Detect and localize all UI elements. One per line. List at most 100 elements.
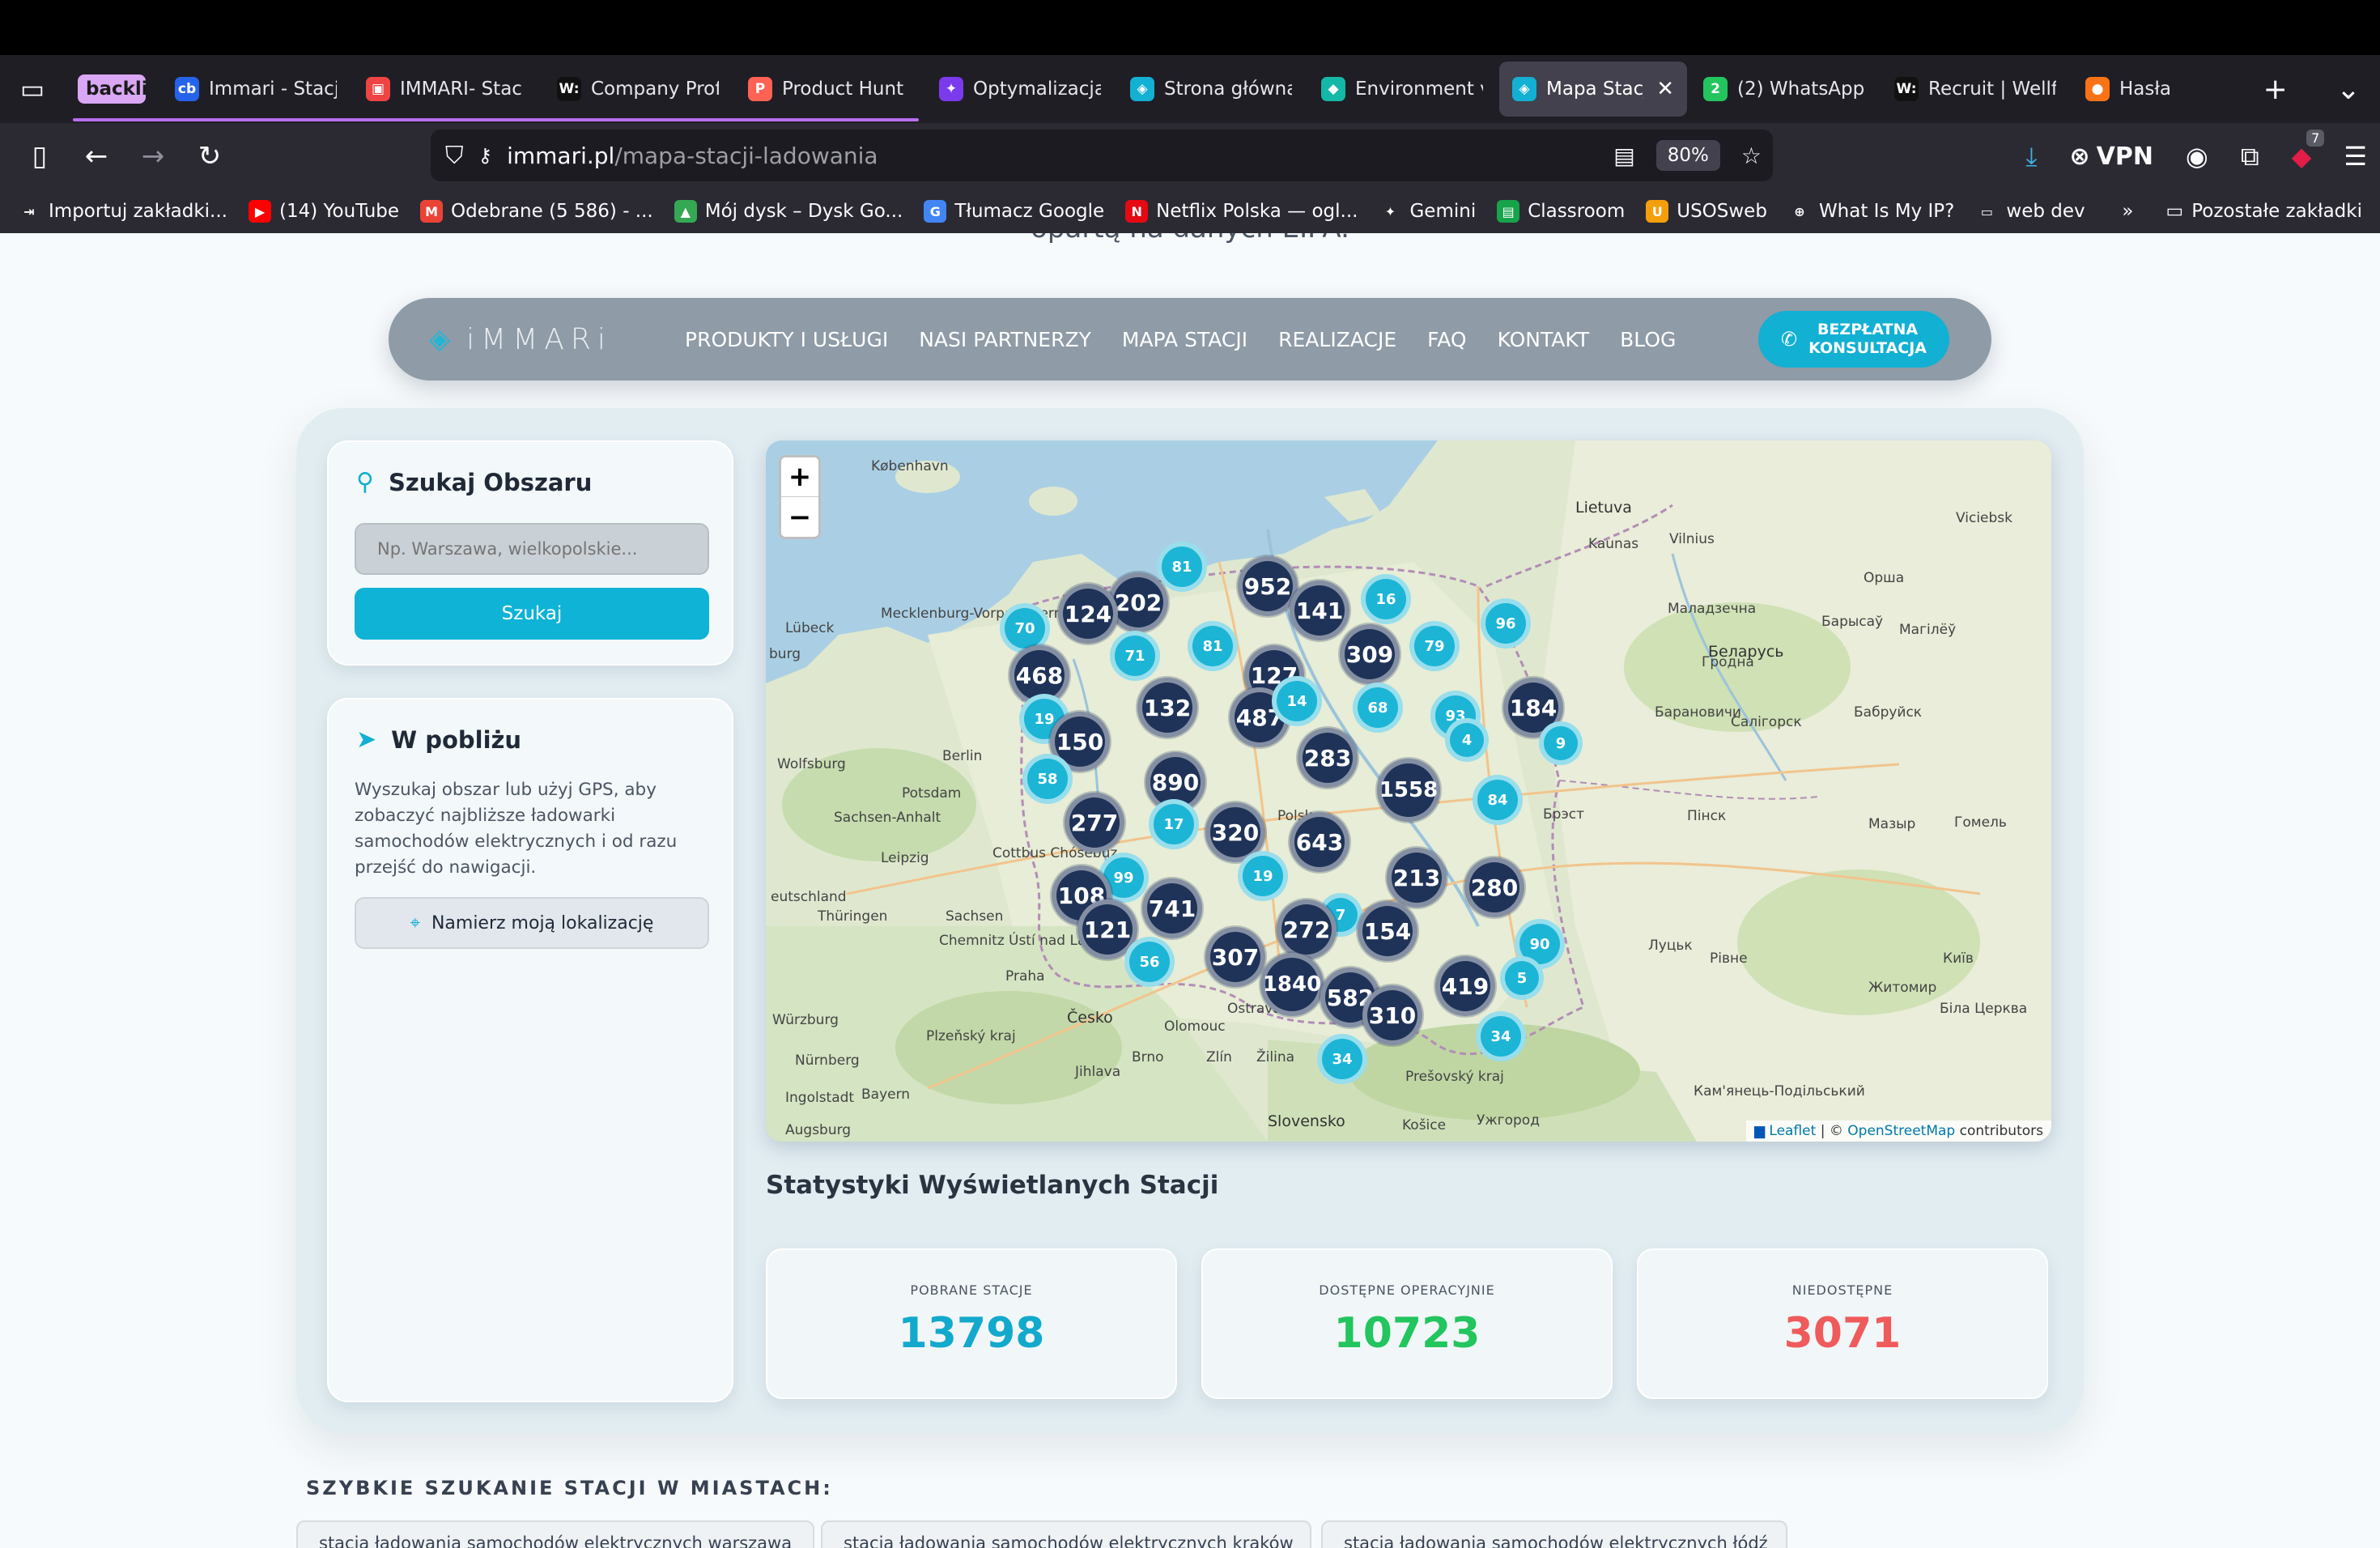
openstreetmap-link[interactable]: OpenStreetMap xyxy=(1847,1123,1955,1139)
downloads-icon[interactable]: ⤓ xyxy=(2025,141,2037,172)
station-cluster-marker[interactable]: 79 xyxy=(1409,621,1460,671)
station-cluster-marker[interactable]: 310 xyxy=(1362,985,1422,1045)
bookmark-star-icon[interactable]: ☆ xyxy=(1741,142,1762,169)
zoom-out-button[interactable]: − xyxy=(781,497,818,537)
close-tab-icon[interactable]: ✕ xyxy=(1656,77,1674,101)
menu-icon[interactable]: ☰ xyxy=(2344,141,2367,172)
station-cluster-marker[interactable]: 307 xyxy=(1205,927,1265,987)
station-cluster-marker[interactable]: 124 xyxy=(1058,584,1118,644)
locate-me-button[interactable]: ⌖ Namierz moją lokalizację xyxy=(355,897,709,949)
station-cluster-marker[interactable]: 952 xyxy=(1238,556,1298,616)
menu-item[interactable]: MAPA STACJI xyxy=(1122,328,1247,351)
bookmark-item[interactable]: U USOSweb xyxy=(1646,200,1767,223)
menu-item[interactable]: PRODUKTY I USŁUGI xyxy=(685,328,888,351)
browser-tab[interactable]: ▣ IMMARI- Stac xyxy=(353,62,541,117)
station-cluster-marker[interactable]: 81 xyxy=(1157,542,1207,592)
station-cluster-marker[interactable]: 84 xyxy=(1473,775,1523,825)
zoom-in-button[interactable]: + xyxy=(781,457,818,497)
bookmark-item[interactable]: ⇥ Importuj zakładki... xyxy=(18,200,227,223)
browser-tab[interactable]: ◈ Strona główna xyxy=(1117,62,1305,117)
station-cluster-marker[interactable]: 81 xyxy=(1188,621,1238,671)
station-cluster-marker[interactable]: 1558 xyxy=(1377,759,1440,822)
back-icon[interactable]: ← xyxy=(68,132,125,181)
station-cluster-marker[interactable]: 202 xyxy=(1108,572,1168,632)
station-cluster-marker[interactable]: 16 xyxy=(1361,574,1411,624)
address-bar[interactable]: ⛉ ⚷ immari.pl/mapa-stacji-ladowania ▤ 80… xyxy=(431,130,1773,181)
browser-tab[interactable]: W: Recruit | Wellf xyxy=(1881,62,2069,117)
reload-icon[interactable]: ↻ xyxy=(181,132,238,181)
browser-tab[interactable]: W: Company Prof xyxy=(544,62,732,117)
city-search-pill[interactable]: stacja ładowania samochodów elektrycznyc… xyxy=(1321,1520,1787,1548)
station-cluster-marker[interactable]: 34 xyxy=(1476,1011,1526,1061)
station-cluster-marker[interactable]: 68 xyxy=(1353,683,1403,733)
browser-tab[interactable]: ◈ Mapa Stacj ✕ xyxy=(1499,62,1687,117)
station-cluster-marker[interactable]: 277 xyxy=(1065,793,1124,853)
station-cluster-marker[interactable]: 419 xyxy=(1435,956,1495,1016)
station-cluster-marker[interactable]: 56 xyxy=(1124,937,1175,987)
station-cluster-marker[interactable]: 96 xyxy=(1481,598,1531,649)
station-cluster-marker[interactable]: 9 xyxy=(1539,721,1583,765)
menu-item[interactable]: KONTAKT xyxy=(1498,328,1590,351)
stations-map[interactable]: København Lietuva Vilnius Kaunas Viciebsk Lüb… xyxy=(766,440,2051,1142)
zoom-level[interactable]: 80% xyxy=(1655,140,1720,171)
free-consultation-button[interactable]: ✆ BEZPŁATNA KONSULTACJA xyxy=(1758,311,1949,368)
browser-tab[interactable]: backlinki xyxy=(65,62,159,117)
url-text[interactable]: immari.pl/mapa-stacji-ladowania xyxy=(507,142,878,169)
station-cluster-marker[interactable]: 643 xyxy=(1290,812,1349,872)
station-cluster-marker[interactable]: 1840 xyxy=(1260,953,1324,1016)
ublock-icon[interactable]: ◆ 7 xyxy=(2292,130,2325,172)
station-cluster-marker[interactable]: 154 xyxy=(1358,901,1417,961)
station-cluster-marker[interactable]: 741 xyxy=(1142,878,1202,938)
area-search-input[interactable] xyxy=(355,523,709,575)
station-cluster-marker[interactable]: 309 xyxy=(1340,624,1400,684)
tab-manager-icon[interactable]: ▭ xyxy=(0,55,65,123)
browser-tab[interactable]: ◆ Environment v xyxy=(1308,62,1496,117)
station-cluster-marker[interactable]: 19 xyxy=(1238,851,1288,901)
bookmark-item[interactable]: N Netflix Polska — ogl... xyxy=(1125,200,1358,223)
menu-item[interactable]: BLOG xyxy=(1620,328,1676,351)
bookmark-item[interactable]: M Odebrane (5 586) - ... xyxy=(420,200,653,223)
station-cluster-marker[interactable]: 141 xyxy=(1290,580,1349,640)
city-search-pill[interactable]: stacja ładowania samochodów elektrycznyc… xyxy=(296,1520,814,1548)
reader-view-icon[interactable]: ▤ xyxy=(1613,142,1634,169)
extension-icon[interactable]: ◉ xyxy=(2186,141,2208,172)
menu-item[interactable]: NASI PARTNERZY xyxy=(919,328,1091,351)
station-cluster-marker[interactable]: 280 xyxy=(1464,857,1524,917)
city-search-pill[interactable]: stacja ładowania samochodów elektrycznyc… xyxy=(821,1520,1311,1548)
station-cluster-marker[interactable]: 34 xyxy=(1317,1034,1367,1084)
vpn-button[interactable]: ⊗ VPN xyxy=(2069,142,2153,171)
bookmark-item[interactable]: G Tłumacz Google xyxy=(924,200,1104,223)
site-permissions-icon[interactable]: ⚷ xyxy=(478,144,493,167)
browser-tab[interactable]: P Product Hunt xyxy=(735,62,923,117)
browser-tab[interactable]: ● Hasła xyxy=(2072,62,2210,117)
station-cluster-marker[interactable]: 5 xyxy=(1500,956,1544,1000)
station-cluster-marker[interactable]: 272 xyxy=(1277,899,1337,959)
menu-item[interactable]: REALIZACJE xyxy=(1278,328,1396,351)
menu-item[interactable]: FAQ xyxy=(1427,328,1466,351)
bookmark-item[interactable]: ▶ (14) YouTube xyxy=(248,200,399,223)
forward-icon[interactable]: → xyxy=(125,132,181,181)
bookmark-item[interactable]: ▲ Mój dysk – Dysk Go... xyxy=(674,200,903,223)
search-button[interactable]: Szukaj xyxy=(355,588,709,640)
immari-logo[interactable]: ◈ iMMARi xyxy=(429,298,612,381)
browser-tab[interactable]: 2 (2) WhatsApp xyxy=(1690,62,1878,117)
station-cluster-marker[interactable]: 17 xyxy=(1149,799,1199,849)
new-tab-icon[interactable]: + xyxy=(2263,73,2288,106)
station-cluster-marker[interactable]: 71 xyxy=(1110,631,1160,681)
station-cluster-marker[interactable]: 213 xyxy=(1387,848,1447,908)
station-cluster-marker[interactable]: 283 xyxy=(1298,728,1358,788)
station-cluster-marker[interactable]: 4 xyxy=(1445,718,1489,762)
list-all-tabs-icon[interactable]: ⌄ xyxy=(2336,73,2361,106)
shield-icon[interactable]: ⛉ xyxy=(445,142,464,170)
other-bookmarks-folder[interactable]: ▭ Pozostałe zakładki xyxy=(2165,201,2362,222)
bookmark-item[interactable]: ⊕ What Is My IP? xyxy=(1788,200,1954,223)
bookmark-item[interactable]: ✦ Gemini xyxy=(1379,200,1476,223)
station-cluster-marker[interactable]: 58 xyxy=(1022,754,1073,804)
station-cluster-marker[interactable]: 132 xyxy=(1137,678,1197,738)
sidebar-toggle-icon[interactable]: ▯ xyxy=(11,132,68,181)
extensions-puzzle-icon[interactable]: ⧉ xyxy=(2241,141,2259,172)
bookmark-item[interactable]: ▭ web dev xyxy=(1975,200,2085,223)
browser-tab[interactable]: ✦ Optymalizacja xyxy=(926,62,1114,117)
station-cluster-marker[interactable]: 14 xyxy=(1272,676,1322,726)
leaflet-link[interactable]: Leaflet xyxy=(1769,1123,1816,1139)
